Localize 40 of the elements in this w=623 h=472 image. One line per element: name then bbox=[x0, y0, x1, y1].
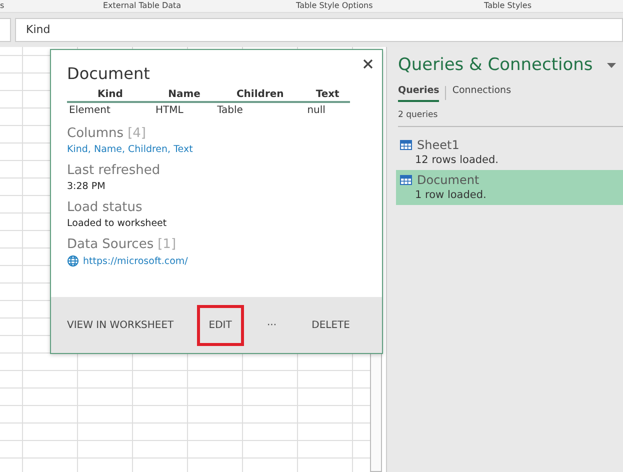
preview-column-header: Name bbox=[153, 88, 216, 102]
formula-input[interactable]: Kind bbox=[15, 18, 623, 42]
ribbon-group-label: Table Styles bbox=[484, 1, 532, 11]
section-count: [4] bbox=[128, 126, 146, 141]
preview-column-header: Kind bbox=[67, 88, 154, 102]
section-label: Data Sources bbox=[67, 237, 154, 252]
column-list: Kind, Name, Children, Text bbox=[67, 144, 366, 155]
ribbon-group-label: External Table Data bbox=[103, 1, 182, 11]
action-button[interactable]: EDIT bbox=[196, 304, 244, 346]
pane-title: Queries & Connections bbox=[398, 55, 593, 75]
query-item[interactable]: Document 1 row loaded. bbox=[396, 170, 623, 205]
ribbon-group-label: s bbox=[0, 1, 4, 11]
query-item[interactable]: Sheet1 12 rows loaded. bbox=[396, 135, 623, 170]
section-value: 3:28 PM bbox=[67, 181, 106, 192]
action-button[interactable]: DELETE bbox=[300, 304, 362, 346]
section-label: Last refreshed bbox=[67, 163, 160, 178]
preview-column-header: Text bbox=[305, 88, 350, 102]
table-icon bbox=[400, 175, 412, 185]
close-icon[interactable] bbox=[362, 58, 374, 70]
ribbon-group-label: Table Style Options bbox=[296, 1, 373, 11]
popup-title: Document bbox=[67, 64, 151, 83]
section-value: Loaded to worksheet bbox=[67, 218, 168, 229]
preview-cell: Element bbox=[67, 102, 154, 118]
query-count: 2 queries bbox=[398, 102, 623, 127]
section-label: Load status bbox=[67, 200, 142, 215]
pane-tab[interactable]: Connections bbox=[452, 83, 512, 102]
preview-column-header: Children bbox=[215, 88, 306, 102]
action-button[interactable]: VIEW IN WORKSHEET bbox=[55, 304, 186, 346]
globe-icon bbox=[67, 255, 79, 267]
action-button[interactable]: ··· bbox=[254, 304, 289, 346]
caret-icon[interactable] bbox=[606, 62, 616, 68]
preview-cell: null bbox=[305, 102, 350, 118]
section-count: [1] bbox=[158, 237, 176, 252]
preview-cell: Table bbox=[215, 102, 306, 118]
section-label: Columns bbox=[67, 126, 124, 141]
pane-tab[interactable]: Queries bbox=[398, 83, 440, 102]
source-link[interactable]: https://microsoft.com/ bbox=[83, 256, 188, 266]
formula-bar-edge bbox=[0, 18, 11, 42]
table-icon bbox=[400, 140, 412, 150]
preview-cell: HTML bbox=[153, 102, 216, 118]
